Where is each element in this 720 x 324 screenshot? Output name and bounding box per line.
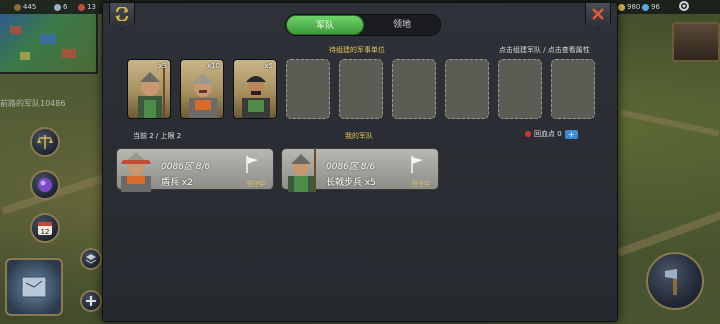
- refresh-button[interactable]: [109, 2, 135, 30]
- map-location-text: 前路的军队10486: [0, 99, 66, 108]
- resource-food: 13: [78, 0, 96, 14]
- gem-icon: [642, 3, 649, 11]
- resource-gem: 96: [642, 0, 660, 14]
- minimap[interactable]: [0, 14, 98, 74]
- settings-icon[interactable]: [678, 0, 690, 12]
- tab-army[interactable]: 军队: [286, 15, 364, 35]
- empty-unit-slot[interactable]: [498, 59, 542, 119]
- empty-unit-slot[interactable]: [286, 59, 330, 119]
- pending-units-title: 待组建的军事单位: [329, 46, 385, 54]
- army-region: 0086区 8/6: [326, 162, 376, 172]
- flag-icon: [411, 156, 423, 173]
- world-map-button[interactable]: [5, 258, 63, 316]
- refresh-icon: [116, 7, 128, 21]
- wood-icon: [14, 3, 21, 11]
- rally-point-label: 回血点 0: [534, 130, 562, 138]
- food-icon: [78, 3, 85, 11]
- pending-unit-count: x5: [264, 62, 273, 70]
- calendar-icon: 12: [38, 222, 52, 236]
- pending-unit-count: x10: [206, 62, 220, 70]
- army-portrait: [117, 146, 155, 192]
- resource-iron: 6: [54, 0, 67, 14]
- pending-unit-card[interactable]: x5: [233, 59, 277, 119]
- food-value: 13: [87, 3, 96, 11]
- army-capacity: 当前 2 / 上限 2: [133, 132, 182, 140]
- axe-icon: [665, 269, 677, 295]
- close-button[interactable]: [585, 2, 611, 30]
- gem-value: 96: [651, 3, 660, 11]
- layers-icon: [85, 254, 97, 264]
- army-status: 驻守中: [411, 181, 430, 188]
- alert-dot-icon: [525, 131, 531, 137]
- pending-unit-card[interactable]: x3: [127, 59, 171, 119]
- army-portrait: [282, 146, 320, 192]
- iron-icon: [54, 3, 61, 11]
- map-scroll-icon: [21, 276, 47, 298]
- plus-icon: [86, 296, 96, 306]
- map-road: [620, 109, 720, 137]
- flag-icon: [246, 156, 258, 173]
- panel-tabs: 军队 领地: [285, 14, 441, 36]
- wood-value: 445: [23, 3, 37, 11]
- resource-wood: 445: [14, 0, 36, 14]
- orb-icon: [38, 178, 52, 192]
- coin-value: 980: [627, 3, 641, 11]
- calendar-button[interactable]: 12: [30, 213, 60, 243]
- close-icon: [592, 8, 604, 20]
- empty-unit-slot[interactable]: [551, 59, 595, 119]
- expand-plus-button[interactable]: [80, 290, 102, 312]
- my-army-title: 我的军队: [345, 132, 373, 140]
- empty-unit-slot[interactable]: [392, 59, 436, 119]
- tab-territory[interactable]: 领地: [364, 15, 440, 35]
- iron-value: 6: [63, 3, 68, 11]
- map-road: [616, 211, 720, 257]
- pending-units-hint: 点击组建军队 / 点击查看属性: [499, 46, 590, 54]
- magic-orb-button[interactable]: [30, 170, 60, 200]
- rally-point: 回血点 0 +: [525, 129, 578, 139]
- soldier-portrait-green: [288, 148, 316, 192]
- general-portrait[interactable]: [672, 22, 720, 62]
- army-name: 盾兵 x2: [161, 178, 193, 188]
- coin-icon: [618, 3, 625, 11]
- army-status: 驻守中: [246, 181, 265, 188]
- army-panel: 军队 领地 待组建的军事单位 点击组建军队 / 点击查看属性 x3 x10 x5…: [102, 2, 618, 322]
- army-region: 0086区 8/6: [161, 162, 211, 172]
- empty-unit-slot[interactable]: [339, 59, 383, 119]
- scale-icon: [37, 135, 53, 149]
- army-card[interactable]: 0086区 8/6 长戟步兵 x5 ····· 驻守中: [281, 146, 439, 192]
- attack-action-button[interactable]: [646, 252, 704, 310]
- army-card[interactable]: 0086区 8/6 盾兵 x2 ····· 驻守中: [116, 146, 274, 192]
- svg-text:12: 12: [41, 228, 50, 236]
- justice-scale-button[interactable]: [30, 127, 60, 157]
- pending-unit-count: x3: [158, 62, 167, 70]
- rally-add-button[interactable]: +: [564, 129, 578, 139]
- layers-button[interactable]: [80, 248, 102, 270]
- soldier-portrait-orange: [121, 152, 151, 192]
- army-name: 长戟步兵 x5: [326, 178, 376, 188]
- resource-coin: 980: [618, 0, 640, 14]
- pending-unit-card[interactable]: x10: [180, 59, 224, 119]
- empty-unit-slot[interactable]: [445, 59, 489, 119]
